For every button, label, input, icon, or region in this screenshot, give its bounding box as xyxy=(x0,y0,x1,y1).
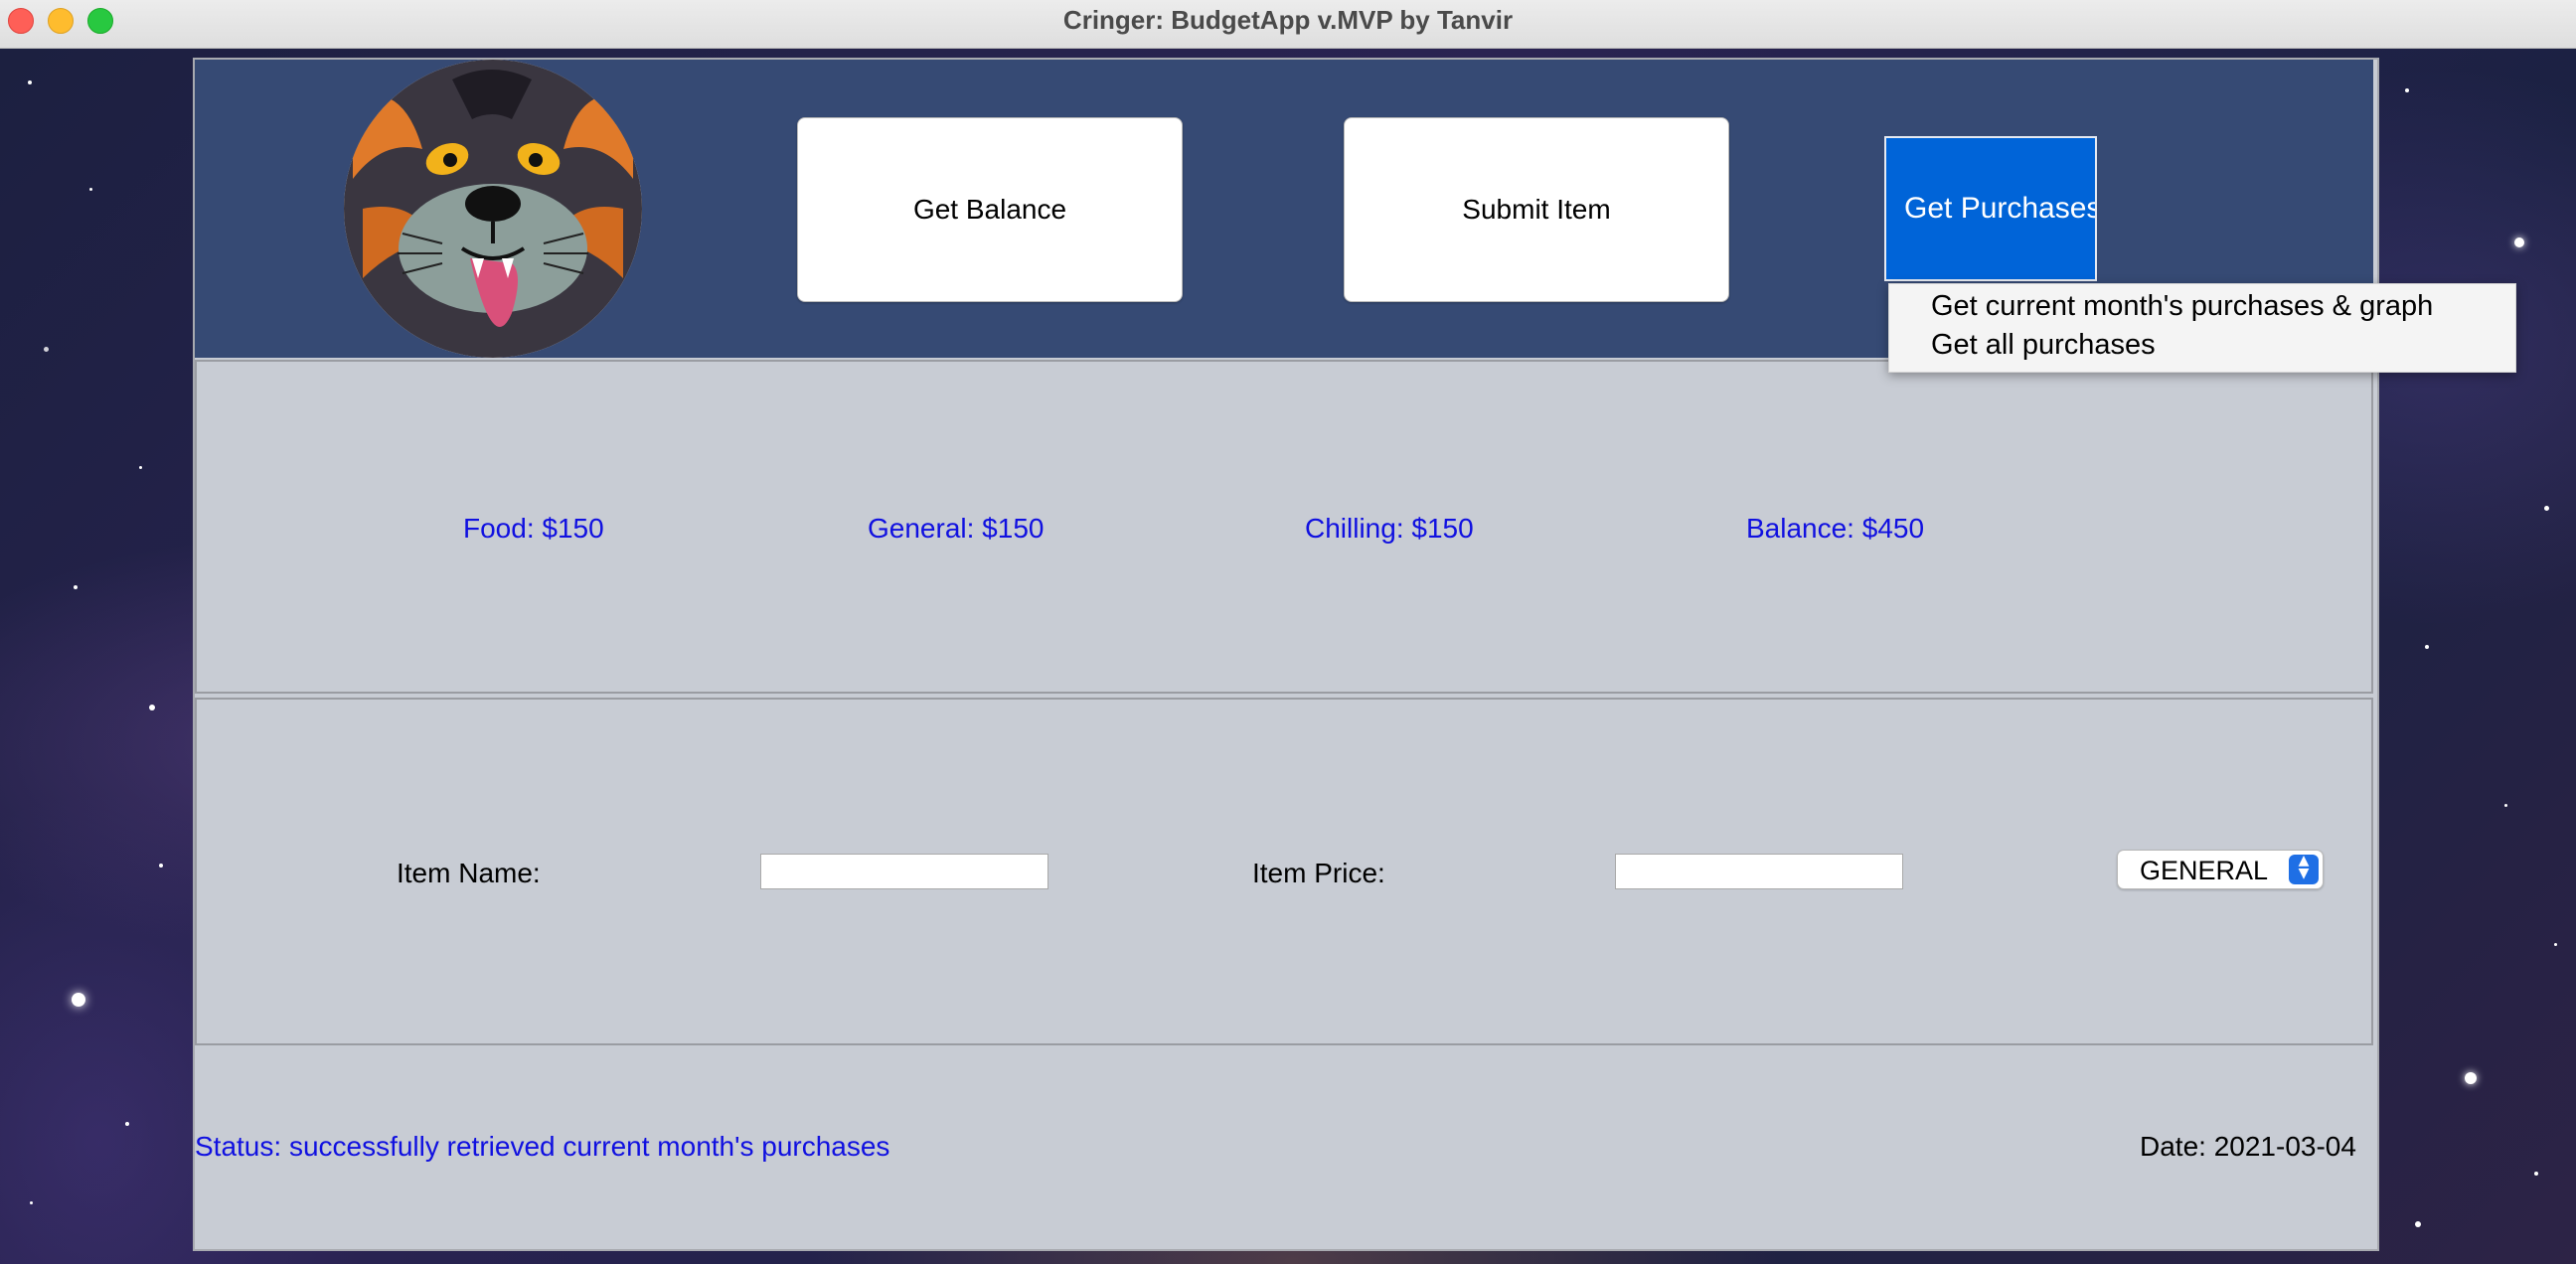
window-title: Cringer: BudgetApp v.MVP by Tanvir xyxy=(1062,5,1514,35)
status-message: Status: successfully retrieved current m… xyxy=(195,1131,890,1162)
general-balance-label: General: $150 xyxy=(868,513,1045,544)
menu-item-all-purchases[interactable]: Get all purchases xyxy=(1931,329,2156,362)
category-selected-value: GENERAL xyxy=(2140,856,2269,885)
purchases-popup-menu: Get current month's purchases & graph Ge… xyxy=(1888,283,2516,373)
food-balance-label: Food: $150 xyxy=(463,513,604,544)
item-price-label: Item Price: xyxy=(1252,858,1385,888)
chilling-balance-label: Chilling: $150 xyxy=(1305,513,1474,544)
total-balance-label: Balance: $450 xyxy=(1746,513,1925,544)
category-select[interactable]: GENERAL ▲ ▼ xyxy=(2117,850,2324,889)
window-titlebar: Cringer: BudgetApp v.MVP by Tanvir xyxy=(0,0,2576,49)
item-name-input[interactable] xyxy=(760,854,1048,889)
submit-item-button[interactable]: Submit Item xyxy=(1344,117,1729,302)
up-down-chevron-icon: ▲ ▼ xyxy=(2289,854,2319,884)
cringer-mascot-image xyxy=(343,60,643,358)
current-date: Date: 2021-03-04 xyxy=(2140,1131,2356,1162)
get-balance-button[interactable]: Get Balance xyxy=(797,117,1183,302)
item-name-label: Item Name: xyxy=(397,858,541,888)
get-purchases-button[interactable]: Get Purchases xyxy=(1884,136,2097,281)
item-price-input[interactable] xyxy=(1615,854,1903,889)
menu-item-current-month-purchases[interactable]: Get current month's purchases & graph xyxy=(1931,290,2433,323)
